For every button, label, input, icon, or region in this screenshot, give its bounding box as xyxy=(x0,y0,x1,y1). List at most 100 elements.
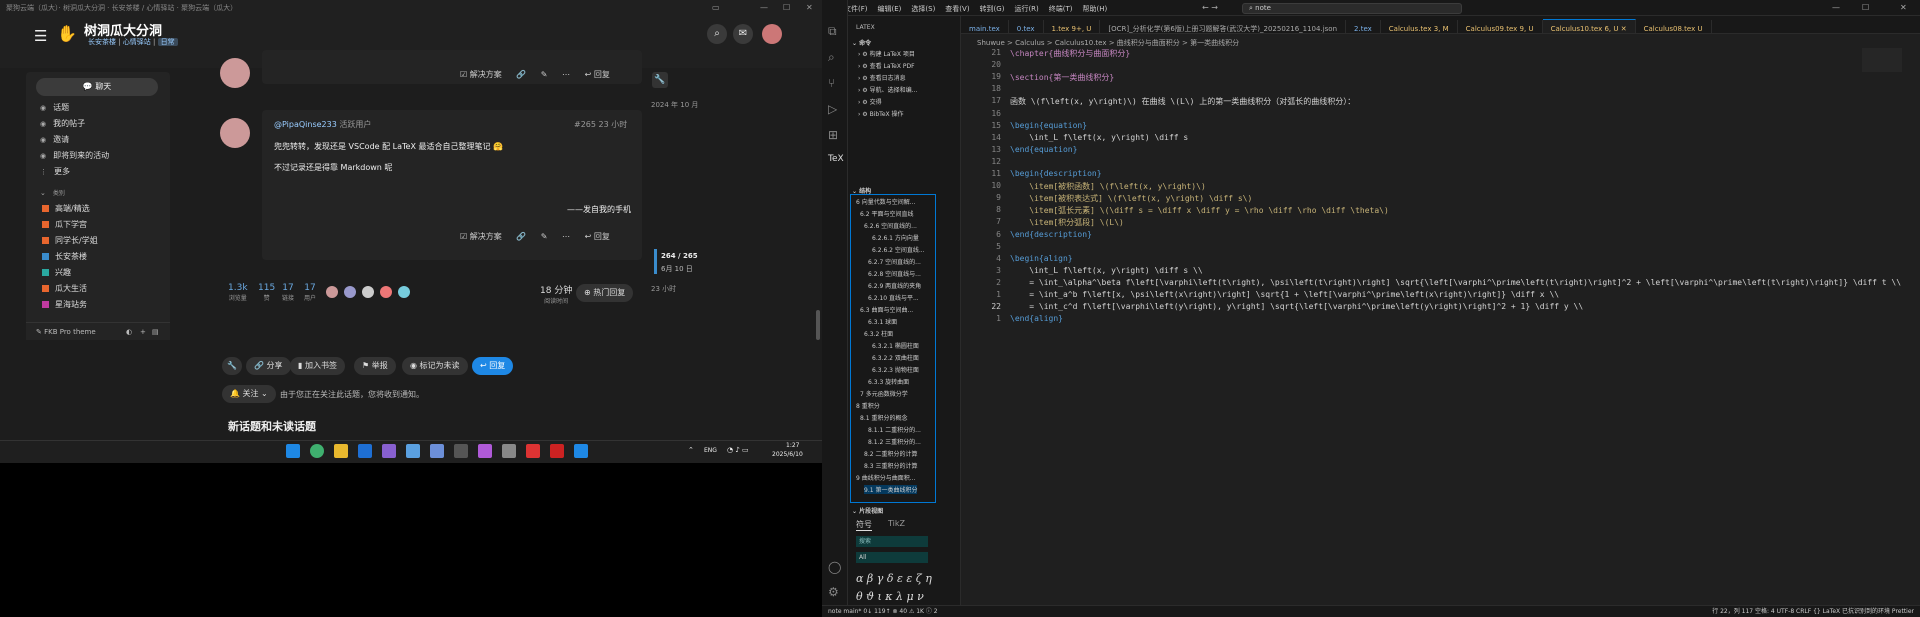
outline-item[interactable]: 6.3.2.2 双曲柱面 xyxy=(872,353,919,362)
code-line[interactable]: \begin{description} xyxy=(1001,169,1102,178)
outline-item[interactable]: 6.3 曲面与空间曲... xyxy=(860,305,913,314)
username[interactable]: @PipaQinse233 xyxy=(274,120,337,129)
outline-item[interactable]: 6.2.6 空间直线的... xyxy=(864,221,917,230)
greek-symbols-row[interactable]: α β γ δ ε ε ζ η xyxy=(856,572,932,585)
code-line[interactable]: \section{第一类曲线积分} xyxy=(1001,72,1114,83)
participant-avatar[interactable] xyxy=(326,286,338,298)
minimize-icon[interactable]: — xyxy=(1832,3,1840,12)
code-line[interactable]: \chapter{曲线积分与曲面积分} xyxy=(1001,48,1130,59)
post-time[interactable]: 23 小时 xyxy=(599,120,628,129)
code-line[interactable]: = \int_\alpha^\beta f\left[\varphi\left(… xyxy=(1001,278,1901,287)
code-line[interactable]: \begin{align} xyxy=(1001,254,1073,263)
outline-item[interactable]: 6.2.8 空间直线与... xyxy=(868,269,921,278)
menu-selection[interactable]: 选择(S) xyxy=(911,5,935,13)
start-icon[interactable] xyxy=(286,444,300,458)
tex-icon[interactable]: TeX xyxy=(828,154,844,164)
participant-avatar[interactable] xyxy=(398,286,410,298)
cmd-navigate[interactable]: › ⚙ 导航、选择和编... xyxy=(858,85,917,94)
timeline-scroll-handle[interactable] xyxy=(654,249,657,274)
app-icon[interactable] xyxy=(454,444,468,458)
share-button[interactable]: 🔗 分享 xyxy=(246,357,291,375)
edit-icon[interactable]: ✎ xyxy=(541,232,548,241)
code-line[interactable]: \begin{equation} xyxy=(1001,121,1087,130)
code-line[interactable]: \item[被积表达式] \(f\left(x, y\right) \diff … xyxy=(1001,193,1252,204)
menu-icon[interactable]: ▤ xyxy=(152,323,159,341)
code-line[interactable]: = \int_c^d f\left[\varphi\left(y\right),… xyxy=(1001,302,1583,311)
code-line[interactable]: \int_L f\left(x, y\right) \diff s xyxy=(1001,133,1188,142)
tab-calculus[interactable]: Calculus.tex 3, M xyxy=(1381,20,1458,33)
participant-avatar[interactable] xyxy=(362,286,374,298)
app-icon[interactable] xyxy=(406,444,420,458)
category-item[interactable]: 瓜下学宫 xyxy=(42,219,87,230)
tray-chevron-icon[interactable]: ⌃ xyxy=(688,446,694,454)
menu-view[interactable]: 查看(V) xyxy=(945,5,969,13)
mark-unread-button[interactable]: ◉ 标记为未读 xyxy=(402,357,468,375)
outline-item[interactable]: 8.2 二重积分的计算 xyxy=(864,449,917,458)
outline-item[interactable]: 6.3.3 旋转曲面 xyxy=(868,377,909,386)
maximize-icon[interactable]: ☐ xyxy=(1862,3,1869,12)
reply-button[interactable]: ↩ 回复 xyxy=(585,70,610,79)
pdf-icon[interactable] xyxy=(550,444,564,458)
commands-header[interactable]: ⌄ 命令 xyxy=(852,38,871,47)
tab-calculus10[interactable]: Calculus10.tex 6, U ✕ xyxy=(1542,19,1636,33)
source-control-icon[interactable]: ⑂ xyxy=(828,76,835,90)
stat-links[interactable]: 17 链接 xyxy=(282,283,294,302)
clock-time[interactable]: 1:27 xyxy=(786,442,799,449)
nav-more[interactable]: ⋮ 更多 xyxy=(40,166,70,177)
wifi-icon[interactable]: ◔ ♪ ▭ xyxy=(727,446,749,454)
nav-upcoming-events[interactable]: ◉ 即将到来的活动 xyxy=(40,150,109,161)
app-icon[interactable] xyxy=(478,444,492,458)
category-item[interactable]: 瓜大生活 xyxy=(42,283,87,294)
timeline-end[interactable]: 23 小时 xyxy=(651,284,676,294)
chat-button[interactable]: 💬 聊天 xyxy=(36,78,158,96)
outline-item[interactable]: 6.3.2.1 椭圆柱面 xyxy=(872,341,919,350)
app-icon[interactable] xyxy=(526,444,540,458)
link-icon[interactable]: 🔗 xyxy=(516,232,526,241)
outline-item[interactable]: 9 曲线积分与曲面积... xyxy=(856,473,915,482)
status-left[interactable]: note main* 0↓ 119↑ ⊗ 40 ⚠ 1K ⓘ 2 xyxy=(828,606,938,617)
cmd-log[interactable]: › ⚙ 查看日志消息 xyxy=(858,73,906,82)
search-icon[interactable]: ⌕ xyxy=(707,24,727,44)
tab-symbols[interactable]: 符号 xyxy=(856,519,872,531)
app-icon[interactable] xyxy=(574,444,588,458)
status-right[interactable]: 行 22，列 117 空格: 4 UTF-8 CRLF {} LaTeX 已抗识… xyxy=(1712,606,1914,617)
cmd-view-pdf[interactable]: › ⚙ 查看 LaTeX PDF xyxy=(858,61,915,70)
menu-go[interactable]: 转到(G) xyxy=(980,5,1005,13)
nav-arrows[interactable]: ← → xyxy=(1202,3,1218,12)
outline-item[interactable]: 6.3.1 球面 xyxy=(868,317,897,326)
wrench-icon[interactable]: 🔧 xyxy=(222,357,242,375)
cmd-misc[interactable]: › ⚙ 交得 xyxy=(858,97,882,106)
tab-0[interactable]: 0.tex xyxy=(1009,20,1044,33)
clock-date[interactable]: 2025/6/10 xyxy=(772,451,803,458)
flag-button[interactable]: ⚑ 举报 xyxy=(354,357,396,375)
outline-item[interactable]: 7 多元函数微分学 xyxy=(860,389,908,398)
category-item[interactable]: 兴趣 xyxy=(42,267,71,278)
subtitle-subcategory[interactable]: 心情驿站 xyxy=(123,38,151,46)
breadcrumb[interactable]: Shuwue > Calculus > Calculus10.tex > 曲线积… xyxy=(977,38,1239,48)
more-icon[interactable]: ⋯ xyxy=(562,70,570,79)
code-line[interactable]: \item[积分弧段] \(L\) xyxy=(1001,217,1124,228)
code-line[interactable]: \end{description} xyxy=(1001,230,1092,239)
admin-wrench-icon[interactable]: 🔧 xyxy=(652,72,668,88)
menu-run[interactable]: 运行(R) xyxy=(1014,5,1038,13)
outline-item[interactable]: 8.1.2 三重积分的... xyxy=(868,437,921,446)
outline-item[interactable]: 8.1 重积分的概念 xyxy=(860,413,907,422)
user-avatar[interactable] xyxy=(762,24,782,44)
theme-selector[interactable]: FKB Pro theme xyxy=(44,328,96,336)
code-line[interactable]: \item[弧长元素] \(\diff s = \diff x \diff y … xyxy=(1001,205,1389,216)
maximize-icon[interactable]: ☐ xyxy=(783,0,790,16)
timeline-start-date[interactable]: 2024 年 10 月 xyxy=(651,100,698,110)
nav-invite[interactable]: ◉ 邀请 xyxy=(40,134,69,145)
vscode-icon[interactable] xyxy=(358,444,372,458)
participant-avatar[interactable] xyxy=(344,286,356,298)
outline-item[interactable]: 6.2.7 空间直线的... xyxy=(868,257,921,266)
close-icon[interactable]: ✕ xyxy=(1900,3,1907,12)
bookmark-button[interactable]: ▮ 加入书签 xyxy=(290,357,345,375)
code-line[interactable]: \end{align} xyxy=(1001,314,1063,323)
cmd-build[interactable]: › ⚙ 构建 LaTeX 项目 xyxy=(858,49,915,58)
reply-button[interactable]: ↩ 回复 xyxy=(585,232,610,241)
subtitle-tag[interactable]: 日常 xyxy=(157,38,178,46)
post-username[interactable]: @PipaQinse233 活跃用户 xyxy=(274,119,371,130)
snippet-filter-select[interactable]: All xyxy=(856,552,928,563)
restore-icon[interactable]: ▭ xyxy=(712,0,720,16)
